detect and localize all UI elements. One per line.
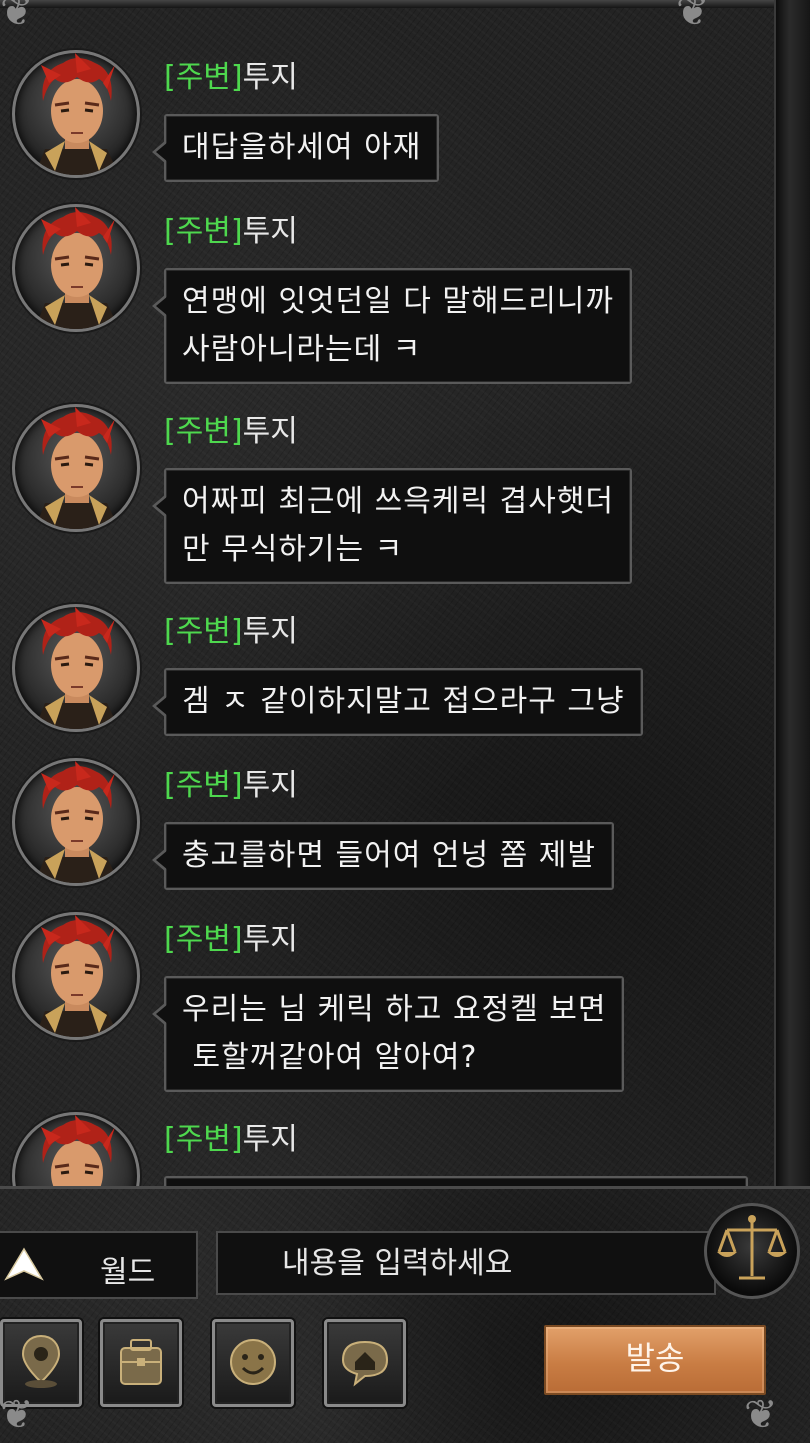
home-bubble-icon — [341, 1340, 389, 1387]
message-bubble: 충고를하면 들어여 언넝 쫌 제발 — [152, 822, 614, 890]
character-portrait — [35, 407, 119, 529]
sender-label: 투지 — [242, 60, 298, 95]
avatar[interactable] — [12, 50, 140, 178]
sender-label: 투지 — [242, 922, 298, 957]
chat-input-panel: 월드 내용을 입력하세요 발송 ❦ ❦ — [0, 1186, 810, 1443]
sender-label: 투지 — [242, 768, 298, 803]
sender-name[interactable]: [주변]투지 — [164, 606, 298, 650]
sender-name[interactable]: [주변]투지 — [164, 1114, 298, 1158]
message-bubble: 우리는 님 케릭 하고 요정켈 보면 토할꺼같아여 알아여? — [151, 976, 625, 1092]
message-bubble: 연맹에 잇엇던일 다 말해드리니까 사람아니라는데 ㅋ — [151, 268, 633, 384]
channel-label: 월드 — [100, 1255, 156, 1290]
message-bubble: 어짜피 최근에 쓰윽케릭 겹사햇더 만 무식하기는 ㅋ — [151, 468, 633, 584]
character-portrait — [35, 607, 119, 729]
send-button[interactable]: 발송 — [544, 1325, 766, 1395]
character-portrait — [41, 1115, 115, 1186]
corner-ornament-icon: ❦ — [0, 1392, 34, 1438]
avatar[interactable] — [12, 912, 140, 1040]
sender-label: 투지 — [242, 614, 298, 649]
sender-label: 투지 — [242, 414, 298, 449]
avatar[interactable] — [12, 204, 140, 332]
channel-selector-button[interactable]: 월드 — [0, 1231, 198, 1299]
chat-input[interactable] — [216, 1231, 716, 1295]
avatar[interactable] — [12, 1112, 140, 1186]
message-bubble: 대답을하세여 아재 — [151, 114, 440, 182]
channel-tag: [주변] — [164, 768, 243, 803]
chevron-up-icon — [4, 1247, 44, 1281]
emoji-icon — [230, 1339, 276, 1385]
chat-message-list[interactable]: [주변]투지 대답을하세여 아재 [주변]투지 연맹에 잇엇던일 다 말해드리니… — [0, 8, 776, 1186]
message-bubble: 겜 ㅈ 같이하지말고 접으라구 그냥 — [152, 668, 643, 736]
avatar[interactable] — [12, 758, 140, 886]
avatar[interactable] — [12, 404, 140, 532]
character-portrait — [35, 53, 119, 175]
chat-window: ❦ ❦ [주변]투지 대답을하세여 아재 [주변]투지 연맹에 잇엇던일 다 말… — [0, 0, 810, 1443]
sender-name[interactable]: [주변]투지 — [164, 914, 298, 958]
scale-button[interactable] — [704, 1203, 800, 1299]
sender-label: 투지 — [242, 214, 298, 249]
inventory-button[interactable] — [100, 1319, 182, 1407]
message-bubble — [164, 1176, 748, 1186]
sender-label: 투지 — [242, 1122, 298, 1157]
channel-tag: [주변] — [164, 1122, 243, 1157]
home-chat-button[interactable] — [324, 1319, 406, 1407]
character-portrait — [35, 761, 119, 883]
channel-tag: [주변] — [164, 214, 243, 249]
emoji-button[interactable] — [212, 1319, 294, 1407]
channel-tag: [주변] — [164, 60, 243, 95]
location-pin-icon — [21, 1334, 61, 1388]
scale-icon — [717, 1215, 787, 1280]
character-portrait — [35, 207, 119, 329]
sender-name[interactable]: [주변]투지 — [164, 52, 298, 96]
sender-name[interactable]: [주변]투지 — [164, 206, 298, 250]
avatar[interactable] — [12, 604, 140, 732]
channel-tag: [주변] — [164, 414, 243, 449]
channel-tag: [주변] — [164, 614, 243, 649]
corner-ornament-icon: ❦ — [744, 1392, 778, 1438]
sender-name[interactable]: [주변]투지 — [164, 760, 298, 804]
sender-name[interactable]: [주변]투지 — [164, 406, 298, 450]
channel-tag: [주변] — [164, 922, 243, 957]
bag-icon — [120, 1339, 162, 1385]
character-portrait — [35, 915, 119, 1037]
